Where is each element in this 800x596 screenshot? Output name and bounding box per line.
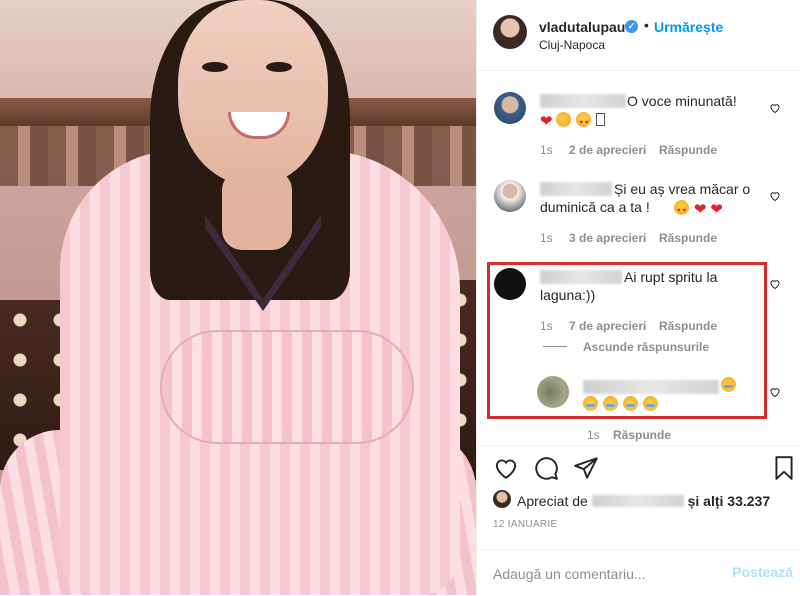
post-side-panel: vladutalupau ✓ • Urmărește Cluj-Napoca O… (476, 0, 800, 595)
photo-face (178, 0, 328, 185)
like-comment-heart-icon[interactable] (769, 190, 781, 202)
reply-time[interactable]: 1s (587, 428, 600, 442)
share-paper-plane-icon[interactable] (573, 455, 599, 481)
verified-badge-icon: ✓ (625, 20, 638, 33)
comment-likes[interactable]: 7 de aprecieri (569, 319, 646, 333)
reply-commenter-name-blurred[interactable] (583, 380, 719, 394)
likes-summary[interactable]: Apreciat de și alți 33.237 (517, 493, 770, 509)
save-bookmark-icon[interactable] (771, 455, 797, 481)
comment-bubble-icon[interactable] (533, 455, 559, 481)
like-heart-icon[interactable] (493, 455, 519, 481)
photo-crossed-arms (160, 330, 414, 444)
photo-eye-right (266, 62, 292, 72)
commenter-avatar[interactable] (494, 268, 526, 300)
commenter-name-blurred[interactable] (540, 94, 626, 108)
heart-eyes-emoji-icon (576, 112, 592, 132)
add-comment-bar: Postează (477, 549, 800, 596)
post-comment-button[interactable]: Postează (732, 564, 793, 580)
comment-item: O voce minunată! ❤ 1s 2 de aprecieri Răs… (477, 88, 800, 168)
header-separator: • (644, 17, 649, 33)
sleepy-face-emoji-icon (583, 396, 598, 411)
reply-reply-button[interactable]: Răspunde (613, 428, 671, 442)
comment-likes[interactable]: 2 de aprecieri (569, 143, 646, 157)
commenter-avatar[interactable] (494, 180, 526, 212)
clapping-hands-emoji-icon (556, 112, 572, 127)
liked-by-prefix: Apreciat de (517, 493, 588, 509)
sleepy-face-emoji-icon (602, 396, 618, 411)
post-photo[interactable] (0, 0, 476, 595)
red-heart-emoji-icon: ❤ (693, 201, 707, 218)
replies-divider (543, 346, 567, 347)
post-date[interactable]: 12 IANUARIE (493, 519, 557, 530)
comment-item-highlighted: Ai rupt spritu la laguna:)) 1s 7 de apre… (477, 264, 800, 442)
comment-time[interactable]: 1s (540, 319, 553, 333)
like-comment-heart-icon[interactable] (769, 102, 781, 114)
comment-time[interactable]: 1s (540, 231, 553, 245)
reply-button[interactable]: Răspunde (659, 231, 717, 245)
comment-likes[interactable]: 3 de aprecieri (569, 231, 646, 245)
red-heart-emoji-icon: ❤ (540, 113, 553, 130)
reply-emojis-line2 (583, 395, 659, 413)
commenter-avatar[interactable] (494, 92, 526, 124)
liker-name-blurred[interactable] (591, 495, 684, 507)
comment-input[interactable] (491, 562, 725, 586)
red-heart-emoji-icon: ❤ (710, 201, 723, 218)
author-username[interactable]: vladutalupau (539, 19, 625, 35)
sleepy-face-emoji-icon (622, 396, 638, 411)
comment-text: Și eu aș vrea măcar o duminică ca a ta ! (540, 181, 751, 215)
comment-text: O voce minunată! (627, 93, 737, 109)
author-avatar[interactable] (493, 15, 527, 49)
post-header: vladutalupau ✓ • Urmărește Cluj-Napoca (477, 0, 800, 71)
hide-replies-button[interactable]: Ascunde răspunsurile (583, 340, 709, 354)
sleepy-face-emoji-icon (721, 377, 736, 392)
follow-button[interactable]: Urmărește (654, 19, 723, 35)
like-comment-heart-icon[interactable] (769, 278, 781, 290)
comment-text: Ai rupt spritu la laguna:)) (540, 269, 718, 303)
photo-eye-left (202, 62, 228, 72)
comment-emojis: ❤ ❤ (674, 199, 723, 220)
comment-time[interactable]: 1s (540, 143, 553, 157)
liked-by-count[interactable]: și alți 33.237 (688, 493, 771, 509)
heart-eyes-emoji-icon (674, 200, 689, 220)
reply-button[interactable]: Răspunde (659, 143, 717, 157)
reply-commenter-avatar[interactable] (537, 376, 569, 408)
unknown-glyph-icon (596, 113, 606, 126)
reply-button[interactable]: Răspunde (659, 319, 717, 333)
sleepy-face-emoji-icon (642, 396, 658, 411)
comment-item: Și eu aș vrea măcar o duminică ca a ta !… (477, 176, 800, 256)
liker-avatar[interactable] (493, 490, 511, 508)
post-location[interactable]: Cluj-Napoca (539, 38, 605, 52)
comment-emojis: ❤ (540, 111, 606, 132)
reply-emojis-line1 (721, 376, 737, 394)
like-reply-heart-icon[interactable] (769, 386, 781, 398)
